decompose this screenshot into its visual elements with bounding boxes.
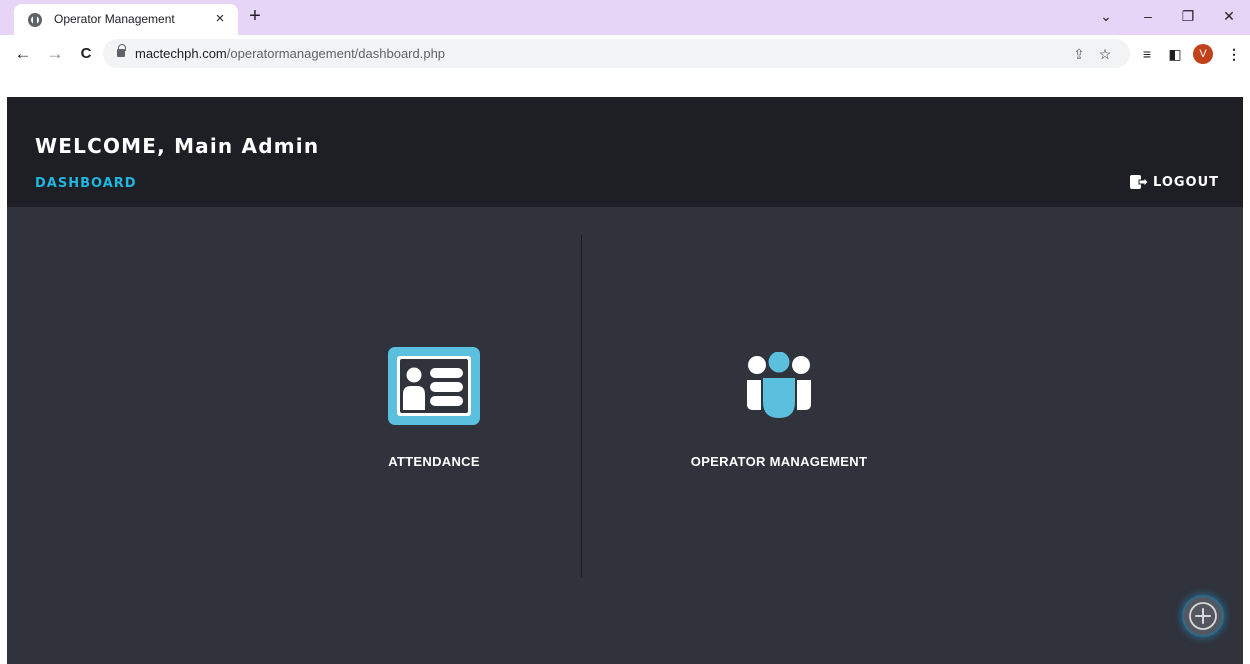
share-icon[interactable]: ⇪ bbox=[1069, 44, 1089, 64]
users-group-icon bbox=[747, 352, 811, 418]
globe-icon bbox=[28, 13, 42, 27]
tab-close-button[interactable]: × bbox=[211, 10, 229, 28]
browser-tab[interactable]: Operator Management × bbox=[14, 4, 238, 35]
new-tab-button[interactable]: + bbox=[245, 6, 265, 26]
side-panel-icon[interactable]: ◧ bbox=[1164, 43, 1186, 65]
minimize-icon[interactable]: – bbox=[1133, 6, 1163, 26]
tab-search-icon[interactable]: ⌄ bbox=[1091, 6, 1121, 26]
close-window-icon[interactable]: ✕ bbox=[1214, 6, 1244, 26]
profile-avatar[interactable]: V bbox=[1193, 44, 1213, 64]
page-header: WELCOME, Main Admin DASHBOARD LOGOUT bbox=[7, 97, 1243, 207]
welcome-title: WELCOME, Main Admin bbox=[35, 134, 320, 158]
menu-kebab-icon[interactable]: ⋮ bbox=[1223, 43, 1245, 65]
logout-icon bbox=[1130, 175, 1149, 189]
browser-toolbar: ← → C mactechph.com/operatormanagement/d… bbox=[0, 35, 1250, 97]
attendance-label: ATTENDANCE bbox=[388, 454, 480, 469]
back-arrow-icon[interactable]: ← bbox=[12, 43, 34, 65]
plus-icon bbox=[1189, 602, 1217, 630]
tab-title: Operator Management bbox=[54, 12, 175, 26]
forward-arrow-icon[interactable]: → bbox=[44, 43, 66, 65]
star-icon[interactable]: ☆ bbox=[1095, 44, 1115, 64]
tab-strip: Operator Management × + ⌄ – ❐ ✕ bbox=[0, 0, 1250, 35]
lock-icon bbox=[117, 44, 126, 57]
operator-management-card[interactable]: OPERATOR MANAGEMENT bbox=[629, 347, 929, 477]
browser-window: Operator Management × + ⌄ – ❐ ✕ ← → C ma… bbox=[0, 0, 1250, 664]
window-border-left bbox=[0, 97, 7, 664]
restore-icon[interactable]: ❐ bbox=[1173, 6, 1203, 26]
nav-dashboard-link[interactable]: DASHBOARD bbox=[35, 176, 137, 191]
url-text: mactechph.com/operatormanagement/dashboa… bbox=[135, 46, 446, 61]
address-bar[interactable]: mactechph.com/operatormanagement/dashboa… bbox=[103, 39, 1130, 68]
id-card-icon bbox=[388, 347, 480, 425]
operator-management-label: OPERATOR MANAGEMENT bbox=[690, 454, 868, 469]
add-button[interactable] bbox=[1184, 597, 1222, 635]
reload-icon[interactable]: C bbox=[75, 43, 97, 65]
logout-label: LOGOUT bbox=[1153, 174, 1220, 190]
attendance-card[interactable]: ATTENDANCE bbox=[284, 347, 584, 477]
dashboard-page: WELCOME, Main Admin DASHBOARD LOGOUT ATT… bbox=[7, 97, 1243, 664]
window-border-right bbox=[1243, 97, 1250, 664]
reading-list-icon[interactable]: ≡ bbox=[1136, 43, 1158, 65]
logout-button[interactable]: LOGOUT bbox=[1129, 172, 1219, 192]
